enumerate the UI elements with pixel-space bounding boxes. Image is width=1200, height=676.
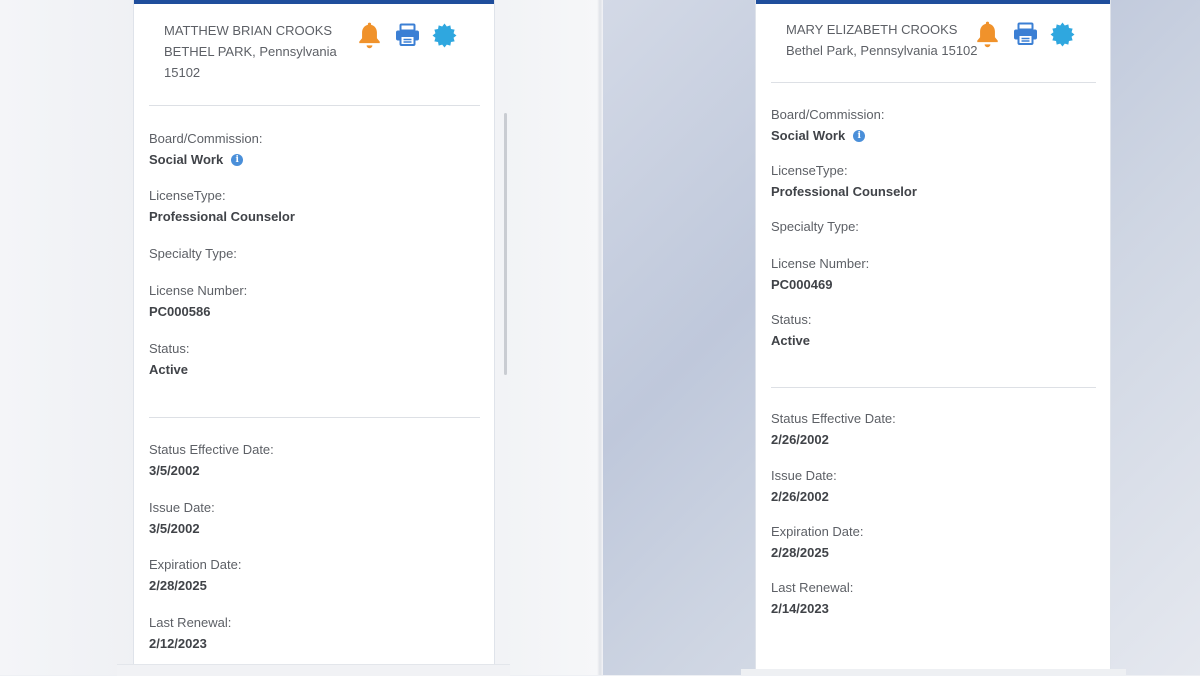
specialty-label: Specialty Type:	[149, 246, 237, 261]
licensee-address: BETHEL PARK, Pennsylvania	[164, 44, 337, 59]
board-value: Social Work	[771, 128, 846, 143]
license-number-value: PC000586	[149, 304, 211, 319]
licensee-header: MATTHEW BRIAN CROOKS BETHEL PARK, Pennsy…	[164, 20, 337, 83]
license-number-label: License Number:	[771, 256, 870, 271]
field-expiration-date: Expiration Date: 2/28/2025	[149, 556, 242, 595]
field-board: Board/Commission: Social Work i	[771, 106, 884, 145]
field-status: Status: Active	[149, 340, 189, 379]
field-status-effective-date: Status Effective Date: 3/5/2002	[149, 441, 274, 480]
license-number-value: PC000469	[771, 277, 833, 292]
licensee-address: Bethel Park, Pennsylvania 15102	[786, 43, 978, 58]
field-last-renewal: Last Renewal: 2/12/2023	[149, 614, 231, 653]
printer-icon[interactable]	[1012, 22, 1039, 46]
status-label: Status:	[149, 341, 190, 356]
page-bottom-edge	[117, 664, 510, 676]
field-license-type: LicenseType: Professional Counselor	[149, 187, 295, 226]
status-effective-label: Status Effective Date:	[771, 411, 896, 426]
field-board: Board/Commission: Social Work i	[149, 130, 262, 169]
license-type-value: Professional Counselor	[149, 209, 295, 224]
field-license-number: License Number: PC000586	[149, 282, 247, 321]
field-last-renewal: Last Renewal: 2/14/2023	[771, 579, 853, 618]
expiration-value: 2/28/2025	[771, 545, 829, 560]
license-type-label: LicenseType:	[771, 163, 848, 178]
issue-label: Issue Date:	[149, 500, 215, 515]
field-expiration-date: Expiration Date: 2/28/2025	[771, 523, 864, 562]
verified-badge-icon[interactable]	[1050, 22, 1075, 47]
card-accent-bar	[756, 0, 1110, 4]
license-type-value: Professional Counselor	[771, 184, 917, 199]
bell-icon[interactable]	[974, 20, 1001, 48]
status-value: Active	[149, 362, 189, 377]
field-license-type: LicenseType: Professional Counselor	[771, 162, 917, 201]
renewal-value: 2/14/2023	[771, 601, 829, 616]
licensee-header: MARY ELIZABETH CROOKS Bethel Park, Penns…	[786, 19, 978, 61]
divider	[149, 417, 480, 418]
license-number-label: License Number:	[149, 283, 248, 298]
issue-value: 2/26/2002	[771, 489, 829, 504]
field-issue-date: Issue Date: 3/5/2002	[149, 499, 215, 538]
divider	[771, 82, 1096, 83]
specialty-label: Specialty Type:	[771, 219, 859, 234]
license-type-label: LicenseType:	[149, 188, 226, 203]
board-value: Social Work	[149, 152, 224, 167]
divider	[149, 105, 480, 106]
expiration-value: 2/28/2025	[149, 578, 207, 593]
card-accent-bar	[134, 0, 494, 4]
licensee-name: MATTHEW BRIAN CROOKS	[164, 23, 333, 38]
issue-label: Issue Date:	[771, 468, 837, 483]
renewal-label: Last Renewal:	[149, 615, 232, 630]
expiration-label: Expiration Date:	[771, 524, 864, 539]
record-actions	[356, 21, 457, 49]
status-label: Status:	[771, 312, 812, 327]
status-effective-label: Status Effective Date:	[149, 442, 274, 457]
board-label: Board/Commission:	[771, 107, 885, 122]
record-actions	[974, 20, 1075, 48]
field-status: Status: Active	[771, 311, 811, 350]
info-icon[interactable]: i	[231, 154, 244, 166]
board-label: Board/Commission:	[149, 131, 263, 146]
status-value: Active	[771, 333, 811, 348]
license-record-card: MARY ELIZABETH CROOKS Bethel Park, Penns…	[755, 0, 1111, 675]
issue-value: 3/5/2002	[149, 521, 200, 536]
info-icon[interactable]: i	[853, 130, 866, 142]
printer-icon[interactable]	[394, 23, 421, 47]
page-bottom-edge	[741, 669, 1126, 675]
status-effective-value: 3/5/2002	[149, 463, 200, 478]
licensee-name: MARY ELIZABETH CROOKS	[786, 22, 958, 37]
field-issue-date: Issue Date: 2/26/2002	[771, 467, 837, 506]
renewal-label: Last Renewal:	[771, 580, 854, 595]
bell-icon[interactable]	[356, 21, 383, 49]
license-record-card: MATTHEW BRIAN CROOKS BETHEL PARK, Pennsy…	[133, 0, 495, 675]
verified-badge-icon[interactable]	[432, 23, 457, 48]
expiration-label: Expiration Date:	[149, 557, 242, 572]
field-license-number: License Number: PC000469	[771, 255, 869, 294]
licensee-zip: 15102	[164, 65, 201, 80]
renewal-value: 2/12/2023	[149, 636, 207, 651]
scrollbar[interactable]	[504, 113, 507, 375]
field-status-effective-date: Status Effective Date: 2/26/2002	[771, 410, 896, 449]
field-specialty: Specialty Type:	[771, 218, 859, 239]
status-effective-value: 2/26/2002	[771, 432, 829, 447]
divider	[771, 387, 1096, 388]
field-specialty: Specialty Type:	[149, 245, 237, 266]
